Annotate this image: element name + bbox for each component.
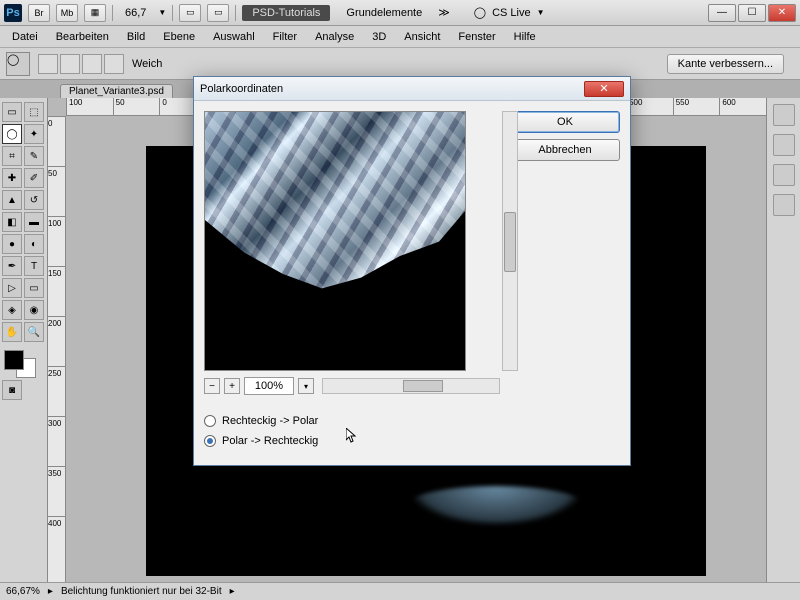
screen-mode-icon[interactable]: ▭ <box>207 4 229 22</box>
adjustments-panel-icon[interactable] <box>773 164 795 186</box>
marquee-tool-icon[interactable]: ⬚ <box>24 102 44 122</box>
titlebar-zoom[interactable]: 66,7 <box>119 7 152 19</box>
patch-tool-icon[interactable]: ✚ <box>2 168 22 188</box>
shape-tool-icon[interactable]: ▭ <box>24 278 44 298</box>
menu-fenster[interactable]: Fenster <box>450 29 503 45</box>
document-tab[interactable]: Planet_Variante3.psd <box>60 84 173 98</box>
menu-3d[interactable]: 3D <box>364 29 394 45</box>
planet-image <box>406 486 586 526</box>
color-swatches[interactable] <box>2 348 45 378</box>
menubar: Datei Bearbeiten Bild Ebene Auswahl Filt… <box>0 26 800 48</box>
menu-auswahl[interactable]: Auswahl <box>205 29 263 45</box>
hand-tool-icon[interactable]: ✋ <box>2 322 22 342</box>
swatches-panel-icon[interactable] <box>773 134 795 156</box>
preview-image <box>205 112 465 292</box>
3d-tool-icon[interactable]: ◈ <box>2 300 22 320</box>
preview-scrollbar-horizontal[interactable] <box>322 378 500 394</box>
photoshop-icon[interactable]: Ps <box>4 4 22 22</box>
move-tool-icon[interactable]: ▭ <box>2 102 22 122</box>
dialog-title: Polarkoordinaten <box>200 83 584 95</box>
status-arrow2-icon[interactable]: ▸ <box>230 586 235 597</box>
workspace-grundelemente[interactable]: Grundelemente <box>336 5 432 21</box>
preview-scrollbar-vertical[interactable] <box>502 111 518 371</box>
option-rect-to-polar[interactable]: Rechteckig -> Polar <box>204 415 500 427</box>
menu-bild[interactable]: Bild <box>119 29 153 45</box>
layers-panel-icon[interactable] <box>773 194 795 216</box>
selection-new-icon[interactable] <box>38 54 58 74</box>
pen-tool-icon[interactable]: ✒ <box>2 256 22 276</box>
refine-edge-button[interactable]: Kante verbessern... <box>667 54 784 74</box>
stamp-tool-icon[interactable]: ▲ <box>2 190 22 210</box>
minimize-button[interactable]: — <box>708 4 736 22</box>
crop-tool-icon[interactable]: ⌗ <box>2 146 22 166</box>
status-zoom[interactable]: 66,67% <box>6 586 40 597</box>
zoom-out-button[interactable]: − <box>204 378 220 394</box>
history-brush-icon[interactable]: ↺ <box>24 190 44 210</box>
selection-add-icon[interactable] <box>60 54 80 74</box>
menu-datei[interactable]: Datei <box>4 29 46 45</box>
eraser-tool-icon[interactable]: ◧ <box>2 212 22 232</box>
menu-filter[interactable]: Filter <box>265 29 305 45</box>
option-polar-to-rect[interactable]: Polar -> Rechteckig <box>204 435 500 447</box>
feather-label: Weich <box>132 58 162 70</box>
zoom-dropdown-icon[interactable]: ▾ <box>298 378 314 394</box>
menu-ansicht[interactable]: Ansicht <box>396 29 448 45</box>
toolbox: ▭⬚ ◯✦ ⌗✎ ✚✐ ▲↺ ◧▬ ●◐ ✒T ▷▭ ◈◉ ✋🔍 ◙ <box>0 98 48 582</box>
selection-subtract-icon[interactable] <box>82 54 102 74</box>
minibridge-icon[interactable]: Mb <box>56 4 78 22</box>
dialog-close-button[interactable]: ✕ <box>584 81 624 97</box>
close-button[interactable]: ✕ <box>768 4 796 22</box>
workspace-more-icon[interactable]: ≫ <box>438 6 450 19</box>
foreground-color-swatch[interactable] <box>4 350 24 370</box>
radio-checked-icon[interactable] <box>204 435 216 447</box>
menu-bearbeiten[interactable]: Bearbeiten <box>48 29 117 45</box>
type-tool-icon[interactable]: T <box>24 256 44 276</box>
app-titlebar: Ps Br Mb ▦ 66,7 ▼ ▭ ▭ PSD-Tutorials Grun… <box>0 0 800 26</box>
zoom-tool-icon[interactable]: 🔍 <box>24 322 44 342</box>
status-info: Belichtung funktioniert nur bei 32-Bit <box>61 586 222 597</box>
zoom-in-button[interactable]: + <box>224 378 240 394</box>
polar-coordinates-dialog: Polarkoordinaten ✕ − + 100% ▾ Rechteckig <box>193 76 631 466</box>
ruler-vertical: 050100150200250300350400 <box>48 116 66 582</box>
cslive-icon[interactable]: ◯ <box>474 6 486 19</box>
bridge-icon[interactable]: Br <box>28 4 50 22</box>
eyedropper-tool-icon[interactable]: ✎ <box>24 146 44 166</box>
gradient-tool-icon[interactable]: ▬ <box>24 212 44 232</box>
blur-tool-icon[interactable]: ● <box>2 234 22 254</box>
right-panel-dock <box>766 98 800 582</box>
menu-ebene[interactable]: Ebene <box>155 29 203 45</box>
selection-intersect-icon[interactable] <box>104 54 124 74</box>
dodge-tool-icon[interactable]: ◐ <box>24 234 44 254</box>
status-bar: 66,67% ▸ Belichtung funktioniert nur bei… <box>0 582 800 600</box>
workspace-psdtutorials[interactable]: PSD-Tutorials <box>242 5 330 21</box>
brush-tool-icon[interactable]: ✐ <box>24 168 44 188</box>
tool-preset-picker[interactable]: ◯ <box>6 52 30 76</box>
dialog-titlebar[interactable]: Polarkoordinaten ✕ <box>194 77 630 101</box>
preview-zoom-value[interactable]: 100% <box>244 377 294 395</box>
cslive-dropdown-icon[interactable]: ▼ <box>537 8 545 17</box>
menu-analyse[interactable]: Analyse <box>307 29 362 45</box>
cslive-label[interactable]: CS Live <box>492 7 531 19</box>
ok-button[interactable]: OK <box>510 111 620 133</box>
wand-tool-icon[interactable]: ✦ <box>24 124 44 144</box>
menu-hilfe[interactable]: Hilfe <box>506 29 544 45</box>
zoom-dropdown-icon[interactable]: ▼ <box>158 8 166 17</box>
path-select-icon[interactable]: ▷ <box>2 278 22 298</box>
cancel-button[interactable]: Abbrechen <box>510 139 620 161</box>
lasso-tool-icon[interactable]: ◯ <box>2 124 22 144</box>
radio-unchecked-icon[interactable] <box>204 415 216 427</box>
camera-tool-icon[interactable]: ◉ <box>24 300 44 320</box>
filter-preview[interactable] <box>204 111 466 371</box>
quickmask-icon[interactable]: ◙ <box>2 380 22 400</box>
status-arrow-icon[interactable]: ▸ <box>48 586 53 597</box>
arrange-icon[interactable]: ▦ <box>84 4 106 22</box>
view-extras-icon[interactable]: ▭ <box>179 4 201 22</box>
color-panel-icon[interactable] <box>773 104 795 126</box>
maximize-button[interactable]: ☐ <box>738 4 766 22</box>
